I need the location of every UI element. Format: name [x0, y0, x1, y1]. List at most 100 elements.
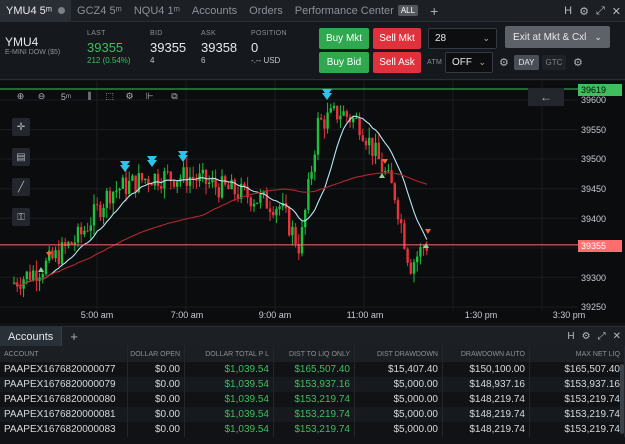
- table-row[interactable]: PAAPEX1676820000080 $0.00 $1,039.54 $153…: [0, 392, 625, 407]
- column-header[interactable]: DIST DRAWDOWN: [355, 346, 443, 362]
- exit-at-mkt-cxl-button[interactable]: Exit at Mkt & Cxl ⌄: [505, 26, 610, 48]
- column-header[interactable]: ACCOUNT: [0, 346, 128, 362]
- quote-panel: YMU4 E-MINI DOW ($5) LAST 39355 212 (0.5…: [0, 22, 625, 80]
- symbol-name: YMU4: [5, 35, 39, 49]
- candle-body: [297, 244, 300, 254]
- signal-arrow-icon: [120, 161, 130, 172]
- candle-body: [185, 167, 188, 186]
- atm-select[interactable]: OFF ⌄: [445, 52, 493, 73]
- tab-gcz4[interactable]: GCZ4 5ᵐ: [71, 0, 128, 22]
- scroll-to-latest-button[interactable]: ←: [528, 88, 564, 106]
- candle-body: [419, 247, 422, 257]
- gear-icon[interactable]: ⚙: [579, 5, 589, 18]
- add-panel-button[interactable]: +: [62, 329, 86, 344]
- candle-body: [272, 211, 275, 216]
- candle-body: [329, 108, 332, 113]
- tab-accounts-panel[interactable]: Accounts: [0, 326, 63, 347]
- gear-icon[interactable]: ⚙: [499, 56, 509, 69]
- tab-orders[interactable]: Orders: [243, 0, 289, 22]
- candle-body: [342, 111, 345, 116]
- add-tab-button[interactable]: +: [424, 3, 444, 19]
- candle-body: [188, 176, 192, 186]
- crosshair-icon[interactable]: ✛: [12, 118, 30, 136]
- expand-icon[interactable]: ⤢: [598, 331, 606, 342]
- table-row[interactable]: PAAPEX1676820000081 $0.00 $1,039.54 $153…: [0, 407, 625, 422]
- candle-body: [89, 225, 92, 232]
- x-tick: 5:00 am: [80, 310, 114, 320]
- tab-ymu4[interactable]: YMU4 5ᵐ: [0, 0, 72, 22]
- last-label: LAST: [87, 30, 106, 37]
- accounts-panel-header: Accounts + H ⚙ ⤢ ✕: [0, 326, 625, 347]
- tab-accounts[interactable]: Accounts: [186, 0, 243, 22]
- sell-marker-icon: [46, 252, 52, 257]
- candle-body: [169, 171, 172, 181]
- candle-body: [166, 171, 169, 173]
- x-tick: 11:00 am: [346, 310, 384, 320]
- column-header[interactable]: DOLLAR TOTAL P L: [185, 346, 274, 362]
- candle-body: [320, 117, 323, 120]
- buy-marker-icon: [38, 267, 44, 272]
- candle-body: [208, 182, 211, 184]
- column-header[interactable]: DRAWDOWN AUTO: [443, 346, 530, 362]
- buy-mkt-button[interactable]: Buy Mkt: [319, 28, 369, 49]
- candle-body: [310, 171, 313, 179]
- table-row[interactable]: PAAPEX1676820000079 $0.00 $1,039.54 $153…: [0, 377, 625, 392]
- candle-body: [134, 175, 137, 193]
- gtc-toggle[interactable]: GTC: [542, 55, 566, 70]
- close-icon[interactable]: ✕: [613, 331, 621, 342]
- candle-body: [60, 242, 64, 264]
- day-toggle[interactable]: DAY: [514, 55, 539, 70]
- close-icon[interactable]: ✕: [612, 5, 621, 18]
- column-header[interactable]: DIST TO LIQ ONLY: [274, 346, 355, 362]
- candle-body: [201, 169, 204, 174]
- candle-body: [304, 209, 307, 228]
- ask-label: ASK: [201, 30, 216, 37]
- quantity-field[interactable]: 28 ⌄: [428, 28, 497, 49]
- zoom-in-icon[interactable]: ⊕: [12, 88, 29, 105]
- candle-body: [112, 191, 115, 204]
- table-row[interactable]: PAAPEX1676820000077 $0.00 $1,039.54 $165…: [0, 362, 625, 377]
- interval-selector[interactable]: 5ᵐ: [56, 88, 76, 105]
- zoom-out-icon[interactable]: ⊖: [33, 88, 50, 105]
- candle-body: [393, 183, 396, 201]
- column-header[interactable]: MAX NET LIQ: [530, 346, 625, 362]
- indicators-icon[interactable]: ⊩: [141, 88, 158, 105]
- chevron-down-icon: ⌄: [482, 33, 490, 43]
- chart-style-icon[interactable]: ⫼: [81, 88, 98, 105]
- candle-body: [268, 208, 272, 212]
- gear-icon[interactable]: ⚙: [582, 331, 591, 342]
- table-scrollbar[interactable]: [620, 364, 624, 434]
- candle-body: [252, 203, 256, 207]
- table-header: ACCOUNT DOLLAR OPEN DOLLAR TOTAL P L DIS…: [0, 346, 625, 362]
- price-chart[interactable]: ⊕ ⊖ 5ᵐ ⫼ ⬚ ⚙ ⊩ ⧉ ✛ ▤ ╱ ⚿ ← 39600 39550 3…: [0, 81, 625, 323]
- gear-icon[interactable]: ⚙: [573, 56, 583, 69]
- candlestick-chart[interactable]: [0, 81, 625, 323]
- bid-size: 4: [150, 56, 155, 65]
- candle-body: [54, 250, 57, 259]
- hide-header-button[interactable]: H: [567, 331, 574, 342]
- draw-line-icon[interactable]: ╱: [12, 178, 30, 196]
- buy-bid-button[interactable]: Buy Bid: [319, 52, 369, 73]
- column-header[interactable]: DOLLAR OPEN: [128, 346, 185, 362]
- sell-ask-button[interactable]: Sell Ask: [373, 52, 421, 73]
- table-row[interactable]: PAAPEX1676820000083 $0.00 $1,039.54 $153…: [0, 422, 625, 437]
- candle-body: [345, 111, 348, 117]
- expand-icon[interactable]: ⤢: [596, 5, 605, 18]
- tab-performance-center[interactable]: Performance Center ALL: [289, 0, 424, 22]
- selection-icon[interactable]: ⬚: [101, 88, 118, 105]
- position-label: POSITION: [251, 30, 287, 37]
- symbol-description: E-MINI DOW ($5): [5, 49, 61, 56]
- sell-mkt-button[interactable]: Sell Mkt: [373, 28, 421, 49]
- notes-icon[interactable]: ▤: [12, 148, 30, 166]
- candle-body: [339, 115, 342, 120]
- chevron-down-icon[interactable]: ⌄: [594, 32, 602, 43]
- layout-icon[interactable]: ⧉: [166, 88, 183, 105]
- candle-body: [278, 206, 281, 209]
- candle-body: [108, 190, 112, 204]
- candle-body: [28, 271, 32, 280]
- tab-nqu4[interactable]: NQU4 1ᵐ: [128, 0, 186, 22]
- lock-icon[interactable]: ⚿: [12, 208, 30, 226]
- all-badge[interactable]: ALL: [397, 5, 419, 16]
- settings-gear-icon[interactable]: ⚙: [121, 88, 138, 105]
- hide-header-button[interactable]: H: [564, 5, 572, 17]
